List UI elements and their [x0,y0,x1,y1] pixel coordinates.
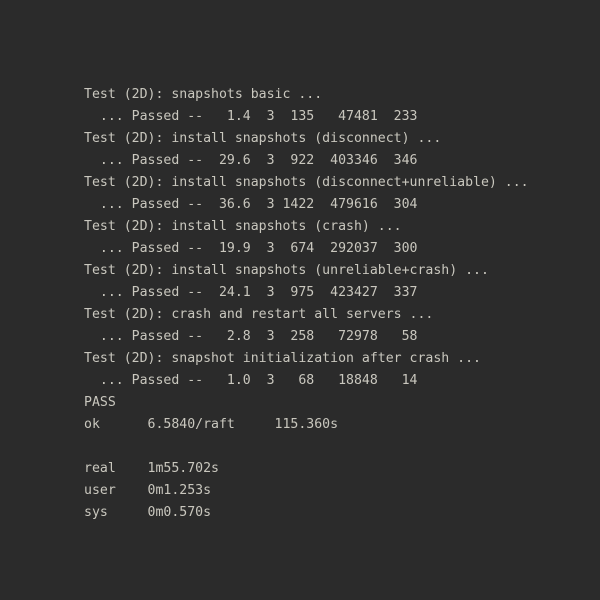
terminal-line: Test (2D): snapshots basic ... [84,87,323,102]
terminal-line: ... Passed -- 24.1 3 975 423427 337 [84,285,418,300]
terminal-line: Test (2D): snapshot initialization after… [84,351,481,366]
terminal-line: Test (2D): crash and restart all servers… [84,307,434,322]
terminal-line: Test (2D): install snapshots (disconnect… [84,131,442,146]
terminal-line: sys 0m0.570s [84,505,212,520]
terminal-window[interactable]: Test (2D): snapshots basic ... ... Passe… [0,0,600,600]
terminal-line: PASS [84,395,116,410]
terminal-line: ok 6.5840/raft 115.360s [84,417,339,432]
terminal-line: Test (2D): install snapshots (unreliable… [84,263,489,278]
terminal-line: ... Passed -- 36.6 3 1422 479616 304 [84,197,418,212]
terminal-output[interactable]: Test (2D): snapshots basic ... ... Passe… [84,84,600,524]
terminal-line: ... Passed -- 1.4 3 135 47481 233 [84,109,418,124]
terminal-line: ... Passed -- 19.9 3 674 292037 300 [84,241,418,256]
terminal-line: ... Passed -- 1.0 3 68 18848 14 [84,373,418,388]
terminal-line: Test (2D): install snapshots (crash) ... [84,219,402,234]
terminal-line: Test (2D): install snapshots (disconnect… [84,175,529,190]
terminal-line: user 0m1.253s [84,483,212,498]
terminal-line: ... Passed -- 29.6 3 922 403346 346 [84,153,418,168]
terminal-line: ... Passed -- 2.8 3 258 72978 58 [84,329,418,344]
terminal-line: real 1m55.702s [84,461,219,476]
